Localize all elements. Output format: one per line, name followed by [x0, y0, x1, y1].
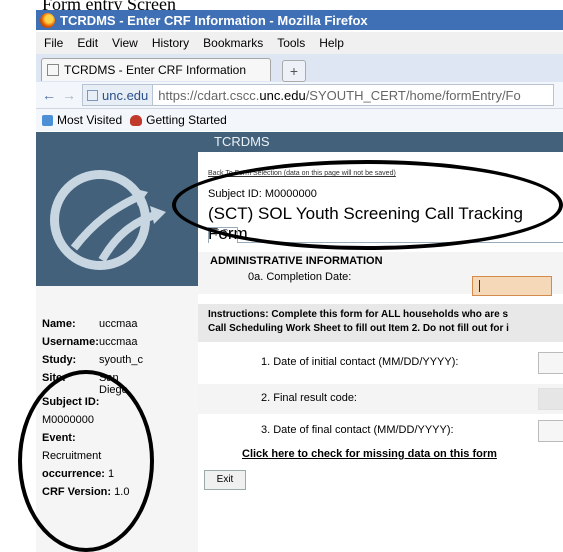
page-icon [47, 64, 59, 76]
annotation-ellipse-form-header [172, 160, 563, 250]
tab-strip: TCRDMS - Enter CRF Information + [36, 54, 563, 82]
question-3-label: 3. Date of final contact (MM/DD/YYYY): [261, 424, 454, 436]
question-1-input[interactable] [538, 352, 563, 374]
question-1-row: 1. Date of initial contact (MM/DD/YYYY): [198, 348, 563, 378]
check-missing-data-link[interactable]: Click here to check for missing data on … [242, 448, 497, 460]
completion-date-input[interactable] [472, 276, 552, 296]
getting-started-icon [130, 114, 143, 126]
instructions-line-2: Call Scheduling Work Sheet to fill out I… [208, 323, 509, 334]
menu-tools[interactable]: Tools [277, 36, 305, 50]
logo-arrows-icon [70, 188, 166, 263]
instructions: Instructions: Complete this form for ALL… [198, 304, 563, 342]
question-1-label: 1. Date of initial contact (MM/DD/YYYY): [261, 356, 459, 368]
menu-history[interactable]: History [152, 36, 189, 50]
menu-edit[interactable]: Edit [77, 36, 98, 50]
exit-button[interactable]: Exit [204, 470, 246, 490]
text-caret [479, 280, 480, 292]
firefox-logo-icon [40, 12, 55, 28]
navigation-bar: ← → unc.edu https://cdart.cscc.unc.edu/S… [36, 82, 563, 109]
instructions-line-1: Instructions: Complete this form for ALL… [208, 309, 509, 320]
menu-bookmarks[interactable]: Bookmarks [203, 36, 263, 50]
site-domain: unc.edu [102, 87, 149, 103]
site-icon [87, 89, 98, 101]
tab-label: TCRDMS - Enter CRF Information [64, 63, 247, 77]
question-2-label: 2. Final result code: [261, 392, 357, 404]
bookmark-most-visited[interactable]: Most Visited [57, 113, 122, 127]
forward-arrow-icon[interactable]: → [62, 87, 76, 103]
sidebar-logo-panel [36, 152, 198, 286]
annotation-ellipse-subject-info [18, 370, 154, 552]
question-2-input[interactable] [538, 388, 563, 410]
admin-heading: ADMINISTRATIVE INFORMATION [210, 255, 383, 267]
url-bar[interactable]: unc.edu https://cdart.cscc.unc.edu/SYOUT… [82, 84, 554, 106]
menu-file[interactable]: File [44, 36, 63, 50]
bookmark-getting-started[interactable]: Getting Started [146, 113, 227, 127]
admin-section: ADMINISTRATIVE INFORMATION 0a. Completio… [198, 252, 563, 296]
question-3-row: 3. Date of final contact (MM/DD/YYYY): [198, 416, 563, 446]
question-2-row: 2. Final result code: [198, 384, 563, 414]
bookmarks-toolbar: Most Visited Getting Started [36, 109, 563, 131]
completion-date-label: 0a. Completion Date: [248, 271, 352, 283]
menu-view[interactable]: View [112, 36, 138, 50]
window-title: TCRDMS - Enter CRF Information - Mozilla… [60, 12, 368, 28]
new-tab-button[interactable]: + [282, 60, 306, 82]
app-title: TCRDMS [214, 134, 270, 149]
back-arrow-icon[interactable]: ← [42, 87, 56, 103]
window-titlebar: TCRDMS - Enter CRF Information - Mozilla… [36, 10, 563, 30]
menu-bar: File Edit View History Bookmarks Tools H… [36, 32, 563, 54]
app-header: TCRDMS [36, 132, 563, 152]
url-text[interactable]: https://cdart.cscc.unc.edu/SYOUTH_CERT/h… [153, 88, 520, 103]
menu-help[interactable]: Help [319, 36, 344, 50]
question-3-input[interactable] [538, 420, 563, 442]
most-visited-icon [42, 114, 53, 126]
browser-tab[interactable]: TCRDMS - Enter CRF Information [41, 58, 271, 81]
site-identity[interactable]: unc.edu [83, 85, 154, 105]
